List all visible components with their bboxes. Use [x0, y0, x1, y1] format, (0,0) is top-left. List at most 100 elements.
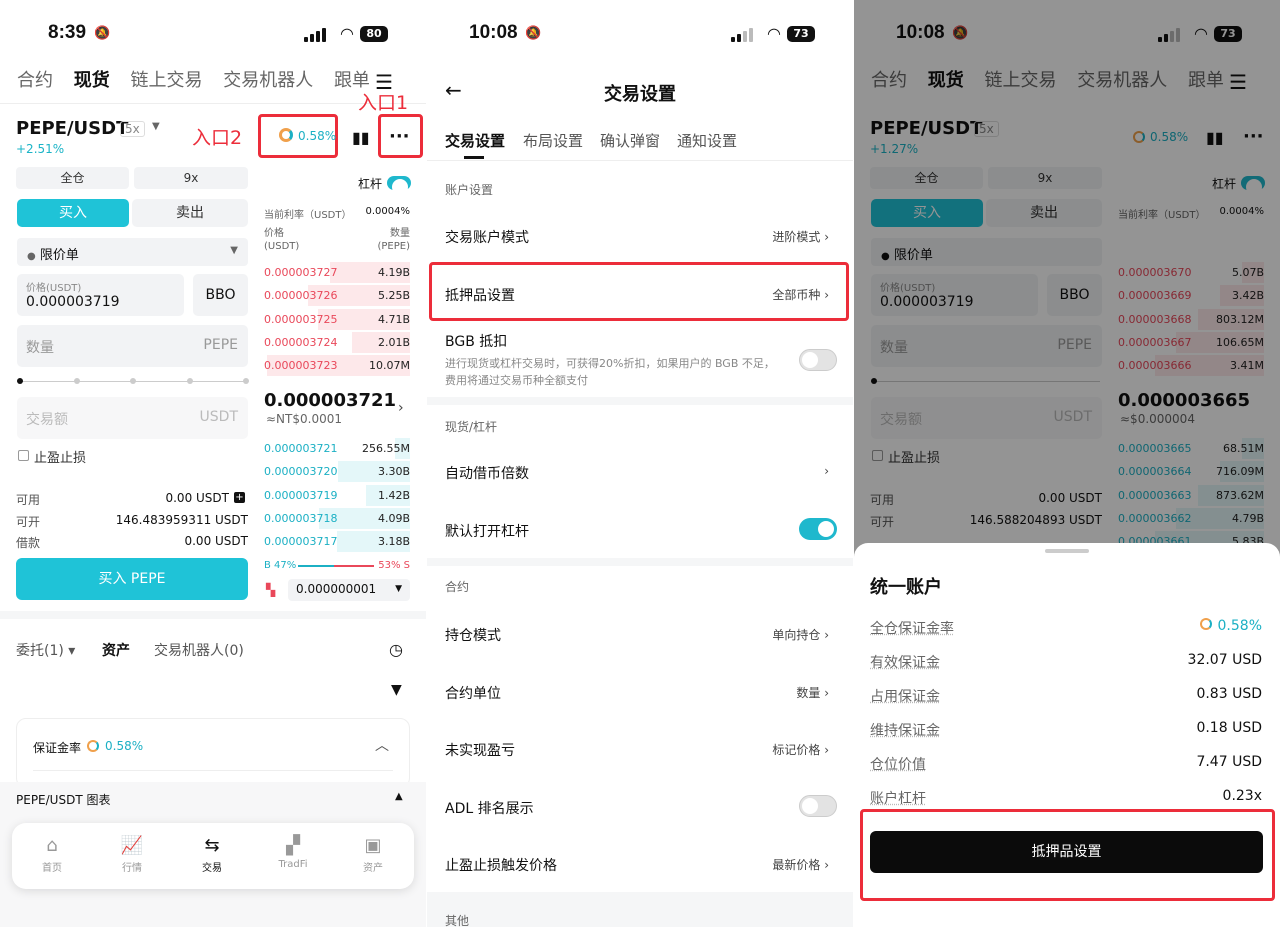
amount-slider[interactable] [17, 378, 249, 384]
leverage-toggle[interactable] [387, 176, 411, 195]
quantity-input[interactable]: 数量 PEPE [17, 325, 248, 367]
default-margin-toggle[interactable] [799, 518, 837, 540]
section-account: 账户设置 [445, 183, 494, 197]
order-price: 0.000003717 [264, 535, 338, 549]
chevron-up-icon[interactable]: ︿ [375, 735, 389, 755]
bid-row[interactable]: 0.000003719 1.42B [264, 484, 410, 506]
margin-ratio[interactable]: 0.58% [298, 129, 336, 143]
ask-row[interactable]: 0.000003724 2.01B [264, 331, 410, 353]
row-tpsl-trigger[interactable]: 止盈止损触发价格 最新价格 › [445, 843, 835, 883]
tab-bots[interactable]: 交易机器人(0) [154, 640, 244, 660]
sell-tab[interactable]: 卖出 [132, 199, 248, 227]
rate-label: 当前利率（USDT） [264, 210, 352, 221]
tab-layout-settings[interactable]: 布局设置 [523, 130, 583, 151]
ratio-sell: 53% S [378, 560, 410, 571]
tab-orders[interactable]: 委托(1) ▾ [16, 640, 75, 660]
ask-row[interactable]: 0.000003727 4.19B [264, 262, 410, 283]
row-value: 0.18 USD [1196, 720, 1262, 736]
plus-icon[interactable]: + [234, 492, 245, 503]
more-icon[interactable]: ··· [389, 126, 410, 147]
bid-row[interactable]: 0.000003720 3.30B [264, 461, 410, 483]
ask-row[interactable]: 0.000003723 10.07M [264, 355, 410, 377]
caret-up-icon[interactable]: ▲ [395, 791, 403, 802]
buy-tab[interactable]: 买入 [17, 199, 129, 227]
nav-futures[interactable]: 合约 [17, 70, 53, 91]
ask-row[interactable]: 0.000003726 5.25B [264, 285, 410, 307]
row-contract-unit[interactable]: 合约单位 数量 › [445, 671, 835, 711]
nav-markets[interactable]: 📈 行情 [102, 835, 162, 874]
bid-row[interactable]: 0.000003717 3.18B [264, 531, 410, 553]
auto-borrow-label: 自动借币倍数 [445, 466, 529, 482]
leverage-select[interactable]: 9x [134, 167, 248, 189]
nav-trade[interactable]: ⇆ 交易 [182, 835, 242, 874]
nav-spot[interactable]: 现货 [74, 70, 110, 91]
bgb-toggle[interactable] [799, 349, 837, 371]
row-label: 账户杠杆 [870, 791, 926, 807]
openable-value: 146.483959311 USDT [115, 513, 248, 527]
adl-label: ADL 排名展示 [445, 801, 534, 817]
row-account-mode[interactable]: 交易账户模式 进阶模式 › [445, 215, 835, 255]
ratio-buy: B 47% [264, 560, 297, 571]
history-icon[interactable]: ◷ [389, 640, 403, 659]
order-type-select[interactable]: ● 限价单 ▼ [17, 238, 248, 266]
order-price: 0.000003718 [264, 511, 338, 525]
amount-input[interactable]: 交易额 USDT [17, 397, 248, 439]
nav-assets[interactable]: ▣ 资产 [343, 835, 403, 874]
chevron-down-icon[interactable]: ▼ [152, 121, 160, 132]
ratio-bar [298, 565, 374, 567]
depth-icon[interactable]: ▚ [266, 583, 275, 597]
annotation-entry-2: 入口2 [192, 127, 243, 149]
precision-select[interactable]: 0.000000001 ▼ [288, 579, 410, 601]
filter-icon[interactable]: ▼ [391, 682, 402, 698]
order-qty: 4.09B [377, 511, 410, 525]
row-value: 0.83 USD [1196, 686, 1262, 702]
account-mode-value: 进阶模式 › [772, 230, 829, 244]
tab-trade-settings[interactable]: 交易设置 [445, 130, 505, 151]
row-value: 0.58% [1199, 618, 1262, 634]
nav-bots[interactable]: 交易机器人 [223, 70, 313, 91]
bbo-button[interactable]: BBO [193, 274, 248, 316]
row-position-mode[interactable]: 持仓模式 单向持仓 › [445, 613, 835, 653]
slider-handle[interactable] [17, 378, 23, 384]
chevron-right-icon[interactable]: › [398, 400, 404, 416]
nav-tradfi[interactable]: ▞ TradFi [263, 835, 323, 870]
buy-pepe-button[interactable]: 买入 PEPE [16, 558, 248, 600]
section-other: 其他 [445, 914, 470, 927]
tab-assets[interactable]: 资产 [102, 640, 130, 660]
bgb-description: 进行现货或杠杆交易时，可获得20%折扣，如果用户的 BGB 不足，费用将通过交易… [445, 357, 775, 387]
phone-unified-account-sheet: 10:08 🔕 ◠ 73 合约 现货 链上交易 交易机器人 跟单 ☰ PEPE/… [854, 0, 1280, 927]
ask-row[interactable]: 0.000003725 4.71B [264, 308, 410, 330]
chart-row[interactable]: PEPE/USDT 图表 [16, 791, 110, 808]
candlestick-icon[interactable]: ▮▮ [352, 128, 370, 147]
order-qty: 3.18B [377, 535, 410, 549]
order-qty: 5.25B [377, 289, 410, 303]
tab-notification[interactable]: 通知设置 [677, 130, 737, 151]
price-input[interactable]: 价格(USDT) 0.000003719 [17, 274, 184, 316]
section-futures: 合约 [445, 580, 470, 594]
tpsl-checkbox[interactable] [18, 450, 29, 461]
last-price: 0.000003721 [264, 390, 397, 411]
adl-toggle[interactable] [799, 795, 837, 817]
margin-card-value: 0.58% [105, 739, 144, 753]
row-value: 32.07 USD [1187, 652, 1262, 668]
row-cross-margin-ratio: 全仓保证金率 0.58% [870, 618, 1262, 640]
row-adl: ADL 排名展示 [445, 786, 835, 826]
tab-confirm-popups[interactable]: 确认弹窗 [600, 130, 660, 151]
borrow-label: 借款 [16, 536, 41, 550]
margin-mode-select[interactable]: 全仓 [16, 167, 129, 189]
sheet-handle[interactable] [1045, 549, 1089, 553]
bid-row[interactable]: 0.000003721 256.55M [264, 438, 410, 459]
row-auto-borrow[interactable]: 自动借币倍数 › [445, 451, 835, 491]
margin-card[interactable]: 保证金率 0.58% ︿ [16, 718, 410, 788]
nav-home[interactable]: ⌂ 首页 [22, 835, 82, 874]
last-price-fiat: ≈NT$0.0001 [266, 412, 342, 426]
row-upnl[interactable]: 未实现盈亏 标记价格 › [445, 728, 835, 768]
bid-row[interactable]: 0.000003718 4.09B [264, 507, 410, 529]
amount-unit: USDT [199, 409, 238, 425]
nav-onchain[interactable]: 链上交易 [130, 70, 202, 91]
wifi-icon: ◠ [767, 24, 781, 43]
order-price: 0.000003727 [264, 266, 338, 279]
order-price: 0.000003725 [264, 312, 338, 326]
highlight-box-collateral-button [860, 809, 1275, 901]
symbol[interactable]: PEPE/USDT [16, 118, 128, 139]
